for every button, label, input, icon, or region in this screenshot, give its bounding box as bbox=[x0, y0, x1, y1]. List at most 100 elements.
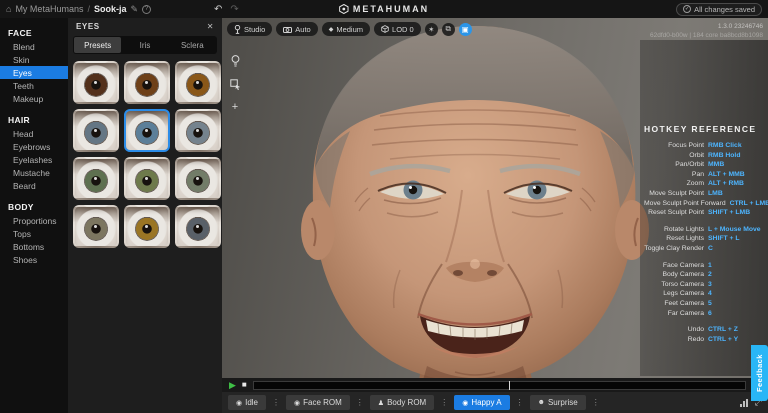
sidebar-item-bottoms[interactable]: Bottoms bbox=[0, 240, 68, 253]
sidebar-item-eyes[interactable]: Eyes bbox=[0, 66, 68, 79]
close-icon[interactable]: ✕ bbox=[207, 22, 214, 31]
breadcrumb: ⌂ My MetaHumans / Sook-ja ✎ ? bbox=[0, 4, 152, 15]
eye-preset-hazel-gray[interactable] bbox=[73, 205, 119, 248]
tab-presets[interactable]: Presets bbox=[74, 37, 122, 53]
hotkey-group: Face Camera 1 Body Camera 2 Torso Camera 3 Leg… bbox=[644, 261, 762, 319]
capture-toggle[interactable]: ▣ bbox=[458, 22, 472, 36]
lod-button[interactable]: LOD 0 bbox=[374, 22, 421, 36]
3d-viewport[interactable]: Studio Auto ◆ Medium LOD 0 ✶ ⧉ ▣ + 1.3.0… bbox=[222, 18, 768, 413]
eye-preset-brown[interactable] bbox=[124, 61, 170, 104]
eye-preset-green[interactable] bbox=[73, 157, 119, 200]
clip-face-rom[interactable]: ◉ Face ROM bbox=[286, 395, 350, 410]
plus-icon: + bbox=[231, 101, 239, 113]
hotkey-binding: 5 bbox=[708, 299, 712, 307]
sidebar-item-proportions[interactable]: Proportions bbox=[0, 214, 68, 227]
sidebar-item-eyebrows[interactable]: Eyebrows bbox=[0, 140, 68, 153]
sidebar-item-beard[interactable]: Beard bbox=[0, 179, 68, 192]
hotkey-label: Zoom bbox=[686, 180, 704, 188]
hotkey-row: Torso Camera 3 bbox=[644, 280, 762, 290]
hotkey-row: Move Sculpt Point LMB bbox=[644, 189, 762, 199]
play-button[interactable]: ▶ bbox=[229, 380, 236, 390]
tab-iris[interactable]: Iris bbox=[121, 37, 168, 53]
clip-label: Face ROM bbox=[303, 398, 342, 407]
hotkey-reference-panel: HOTKEY REFERENCE Focus Point RMB Click Orb… bbox=[640, 40, 768, 376]
eyes-panel: EYES ✕ Presets Iris Sclera bbox=[68, 18, 222, 413]
sidebar-item-teeth[interactable]: Teeth bbox=[0, 79, 68, 92]
move-tool[interactable]: + bbox=[229, 101, 241, 113]
clip-menu-icon[interactable]: ⋮ bbox=[356, 398, 364, 407]
clip-menu-icon[interactable]: ⋮ bbox=[272, 398, 280, 407]
hotkey-label: Body Camera bbox=[662, 271, 704, 279]
sidebar-item-tops[interactable]: Tops bbox=[0, 227, 68, 240]
eye-preset-gray-blue[interactable] bbox=[175, 109, 221, 152]
hotkey-label: Move Sculpt Point Forward bbox=[644, 199, 726, 207]
check-icon: ✓ bbox=[683, 5, 692, 13]
redo-icon[interactable]: ↷ bbox=[230, 4, 238, 15]
quality-button[interactable]: ◆ Medium bbox=[321, 22, 371, 36]
feedback-button[interactable]: Feedback bbox=[751, 345, 768, 401]
studio-label: Studio bbox=[244, 24, 266, 34]
hotkey-row: Toggle Clay Render C bbox=[644, 244, 762, 254]
hotkey-label: Redo bbox=[687, 335, 704, 343]
logo-text: METAHUMAN bbox=[352, 4, 430, 14]
sidebar-item-mustache[interactable]: Mustache bbox=[0, 166, 68, 179]
hotkey-binding: LMB bbox=[708, 189, 723, 197]
eye-preset-hazel-green[interactable] bbox=[124, 157, 170, 200]
clip-surprise[interactable]: ☻ Surprise bbox=[529, 395, 586, 410]
clip-menu-icon[interactable]: ⋮ bbox=[516, 398, 524, 407]
sidebar-item-blend[interactable]: Blend bbox=[0, 40, 68, 53]
sidebar-item-eyelashes[interactable]: Eyelashes bbox=[0, 153, 68, 166]
eye-preset-amber-brown[interactable] bbox=[175, 61, 221, 104]
layers-button[interactable]: ⧉ bbox=[441, 22, 455, 36]
breadcrumb-root[interactable]: My MetaHumans bbox=[15, 4, 83, 14]
home-icon[interactable]: ⌂ bbox=[6, 4, 11, 14]
studio-lighting-button[interactable]: Studio bbox=[227, 22, 273, 36]
camera-mode-button[interactable]: Auto bbox=[276, 22, 318, 36]
sidebar-item-shoes[interactable]: Shoes bbox=[0, 253, 68, 266]
eye-preset-blue[interactable] bbox=[124, 109, 170, 152]
clip-body-rom[interactable]: ♟ Body ROM bbox=[369, 395, 435, 410]
hotkey-binding: C bbox=[708, 244, 713, 252]
hotkey-row: Redo CTRL + Y bbox=[644, 335, 762, 345]
camera-icon bbox=[283, 26, 293, 33]
eye-preset-grid bbox=[68, 54, 222, 255]
undo-icon[interactable]: ↶ bbox=[214, 4, 222, 15]
hotkey-binding: RMB Hold bbox=[708, 151, 741, 159]
timeline-scrubber[interactable] bbox=[252, 380, 746, 390]
clip-person-icon: ♟ bbox=[377, 399, 385, 407]
help-icon[interactable]: ? bbox=[142, 4, 152, 14]
sidebar-item-skin[interactable]: Skin bbox=[0, 53, 68, 66]
viewport-tool-column: + bbox=[229, 55, 241, 113]
clip-happy-a[interactable]: ◉ Happy A bbox=[454, 395, 510, 410]
panel-title: EYES bbox=[76, 22, 100, 31]
sidebar-section-hair: HAIR bbox=[8, 115, 30, 125]
stop-button[interactable]: ■ bbox=[242, 381, 247, 389]
lightbulb-tool[interactable] bbox=[229, 55, 241, 67]
eye-preset-gray-green[interactable] bbox=[175, 157, 221, 200]
select-cursor-icon bbox=[229, 78, 240, 90]
clip-menu-icon[interactable]: ⋮ bbox=[440, 398, 448, 407]
clip-idle[interactable]: ◉ Idle bbox=[228, 395, 267, 410]
session-text: 62dfd0-b00w | 184 core ba8bcd8b1098 bbox=[649, 32, 763, 39]
breadcrumb-current: Sook-ja bbox=[93, 4, 127, 14]
eye-preset-blue-gray[interactable] bbox=[73, 109, 119, 152]
hotkey-row: Reset Lights SHIFT + L bbox=[644, 234, 762, 244]
eye-preset-dark-brown[interactable] bbox=[73, 61, 119, 104]
clay-render-toggle[interactable]: ✶ bbox=[424, 22, 438, 36]
hotkey-row: Pan/Orbit MMB bbox=[644, 160, 762, 170]
stats-icon[interactable] bbox=[739, 398, 748, 407]
select-tool[interactable] bbox=[229, 78, 241, 90]
clip-menu-icon[interactable]: ⋮ bbox=[592, 398, 600, 407]
hotkey-label: Rotate Lights bbox=[663, 225, 704, 233]
hotkey-binding: 1 bbox=[708, 261, 712, 269]
sidebar-item-head[interactable]: Head bbox=[0, 127, 68, 140]
playhead[interactable] bbox=[509, 380, 511, 390]
eye-preset-amber-yellow[interactable] bbox=[124, 205, 170, 248]
hotkey-row: Pan ALT + MMB bbox=[644, 170, 762, 180]
edit-name-icon[interactable]: ✎ bbox=[131, 4, 139, 15]
sidebar-item-makeup[interactable]: Makeup bbox=[0, 92, 68, 105]
eye-preset-dark-gray[interactable] bbox=[175, 205, 221, 248]
hotkey-label: Reset Lights bbox=[666, 235, 704, 243]
clip-label: Surprise bbox=[547, 398, 578, 407]
tab-sclera[interactable]: Sclera bbox=[169, 37, 216, 53]
